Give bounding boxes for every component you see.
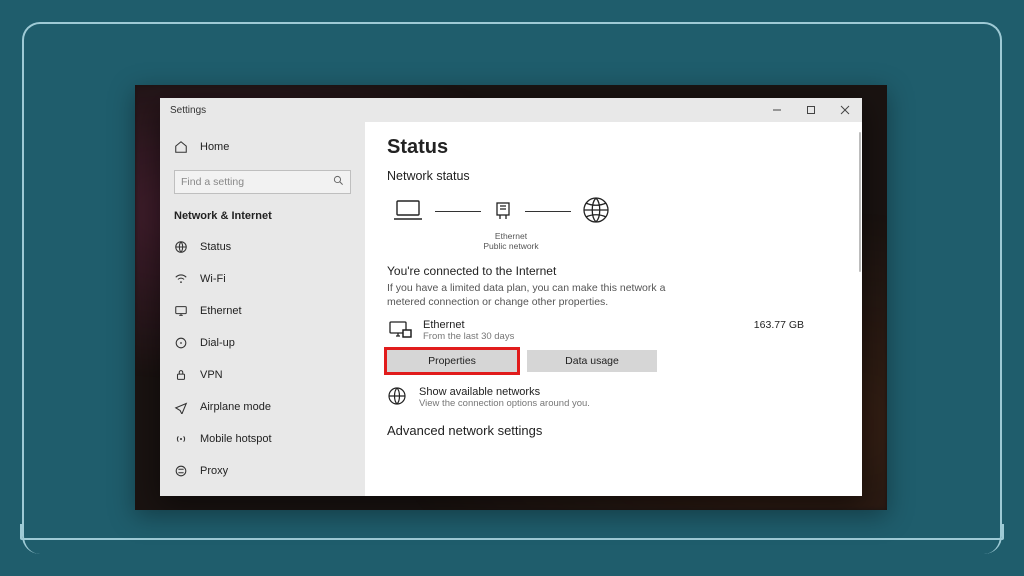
sidebar-item-ethernet[interactable]: Ethernet	[160, 296, 365, 326]
proxy-icon	[174, 464, 188, 478]
globe-small-icon	[387, 386, 407, 409]
wifi-icon	[174, 272, 188, 286]
connected-description: If you have a limited data plan, you can…	[387, 281, 687, 309]
maximize-button[interactable]	[794, 98, 828, 122]
home-icon	[174, 140, 188, 154]
ethernet-adapter-icon	[387, 319, 413, 341]
sidebar-item-home[interactable]: Home	[160, 132, 365, 162]
sidebar-item-hotspot[interactable]: Mobile hotspot	[160, 424, 365, 454]
data-usage-button[interactable]: Data usage	[527, 350, 657, 372]
sidebar-label: Status	[200, 241, 231, 253]
sidebar-label: Dial-up	[200, 337, 235, 349]
sidebar-item-dialup[interactable]: Dial-up	[160, 328, 365, 358]
sidebar-item-vpn[interactable]: VPN	[160, 360, 365, 390]
globe-icon	[581, 195, 611, 228]
sidebar-label: Proxy	[200, 465, 228, 477]
sidebar-item-wifi[interactable]: Wi-Fi	[160, 264, 365, 294]
status-icon	[174, 240, 188, 254]
ethernet-icon	[174, 304, 188, 318]
window-title: Settings	[160, 105, 760, 116]
connection-row: Ethernet From the last 30 days 163.77 GB	[387, 319, 840, 342]
search-placeholder: Find a setting	[181, 176, 333, 188]
network-diagram	[387, 195, 840, 228]
sidebar-item-airplane[interactable]: Airplane mode	[160, 392, 365, 422]
search-input[interactable]: Find a setting	[174, 170, 351, 194]
sidebar-label: Mobile hotspot	[200, 433, 272, 445]
desktop-wallpaper: Settings Home Fi	[135, 85, 887, 510]
page-subtitle: Network status	[387, 169, 840, 183]
sidebar: Home Find a setting Network & Internet	[160, 122, 365, 496]
dialup-icon	[174, 336, 188, 350]
sidebar-label: Home	[200, 141, 229, 153]
sidebar-label: VPN	[200, 369, 223, 381]
sidebar-item-status[interactable]: Status	[160, 232, 365, 262]
minimize-button[interactable]	[760, 98, 794, 122]
properties-button[interactable]: Properties	[387, 350, 517, 372]
search-icon	[333, 175, 344, 189]
available-sub: View the connection options around you.	[419, 398, 590, 409]
sidebar-label: Wi-Fi	[200, 273, 226, 285]
button-label: Data usage	[565, 355, 619, 367]
connection-name: Ethernet	[423, 319, 744, 331]
available-title: Show available networks	[419, 386, 590, 398]
vpn-icon	[174, 368, 188, 382]
airplane-icon	[174, 400, 188, 414]
sidebar-section-title: Network & Internet	[160, 204, 365, 230]
scrollbar[interactable]	[859, 132, 861, 272]
connection-period: From the last 30 days	[423, 331, 744, 342]
router-icon	[491, 197, 515, 226]
titlebar: Settings	[160, 98, 862, 122]
show-available-networks[interactable]: Show available networks View the connect…	[387, 386, 840, 409]
sidebar-item-proxy[interactable]: Proxy	[160, 456, 365, 486]
hotspot-icon	[174, 432, 188, 446]
connection-usage: 163.77 GB	[754, 319, 840, 331]
settings-window: Settings Home Fi	[160, 98, 862, 496]
diagram-caption: Ethernet Public network	[481, 232, 541, 252]
laptop-icon	[391, 197, 425, 226]
main-content: Status Network status Ether	[365, 122, 862, 496]
sidebar-label: Ethernet	[200, 305, 242, 317]
button-label: Properties	[428, 355, 476, 367]
advanced-heading: Advanced network settings	[387, 423, 840, 438]
close-button[interactable]	[828, 98, 862, 122]
sidebar-label: Airplane mode	[200, 401, 271, 413]
page-title: Status	[387, 136, 840, 159]
connected-title: You're connected to the Internet	[387, 264, 840, 278]
